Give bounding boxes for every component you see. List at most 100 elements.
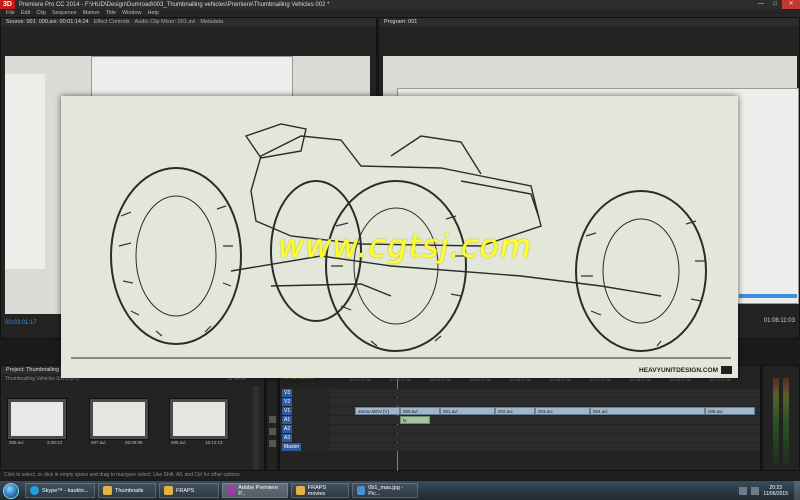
audio-meter-left [773,378,779,466]
windows-taskbar: Skype™ - kaukto... Thumbnails FRAPS Adob… [0,481,800,500]
track-stack: V3 V2 V1 ammo.MOV [V] 000.avi 001.avi 00… [280,388,760,451]
system-tray: 20:23 11/06/2015 [735,481,800,500]
tools-panel [266,365,278,471]
video-clip[interactable]: 001.avi [440,407,495,415]
source-sketch-thumbnail [91,56,293,98]
program-scrub-bar[interactable] [739,294,797,298]
tray-network-icon[interactable] [739,486,748,495]
menu-clip[interactable]: Clip [36,10,45,16]
taskbar-item-label: FRAPS movies [307,484,327,497]
track-v3: V3 [280,389,760,397]
window-controls: — □ ✕ [754,0,800,9]
tab-audio-clip-mixer[interactable]: Audio Clip Mixer: 001.avi [135,19,196,25]
taskbar-item-label: Thumbnails [115,487,144,494]
video-clip[interactable]: ammo.MOV [V] [355,407,400,415]
brand-signature: HEAVYUNITDESIGN.COM [639,366,732,374]
thumbnail-name: 006.avi [9,440,24,445]
project-panel: Project: Thumbnailing Vehicles 002 Thumb… [0,365,265,471]
video-clip[interactable]: 000.avi [400,407,440,415]
menu-help[interactable]: Help [148,10,159,16]
taskbar-item-skype[interactable]: Skype™ - kaukto... [25,483,95,498]
menu-file[interactable]: File [6,10,15,16]
taskbar-item-label: Skype™ - kaukto... [42,487,89,494]
menu-title[interactable]: Title [106,10,116,16]
taskbar-item-premiere[interactable]: Adobe Premiere P... [222,483,288,498]
thumbnail-name: 007.avi [91,440,106,445]
program-timecode: 01:08:11:03 [763,318,795,324]
menu-bar: File Edit Clip Sequence Marker Title Win… [0,9,800,17]
source-timecode: 00:03:01:17 [5,320,37,326]
hand-tool-icon[interactable] [269,440,276,447]
track-id[interactable]: Master [282,443,302,451]
image-icon [357,486,366,495]
razor-tool-icon[interactable] [269,428,276,435]
track-a1: A1 fx [280,416,760,424]
project-scrollbar[interactable] [253,386,259,470]
tray-clock[interactable]: 20:23 11/06/2015 [763,485,788,497]
start-button[interactable] [0,481,22,500]
timeline-panel: 00:03:01:00 00:01:00:00 00:02:00:00 00:0… [279,365,761,471]
track-a2: A2 [280,425,760,433]
tab-source[interactable]: Source: 001: 000.avi: 00:01:14:24 [6,19,89,25]
folder-icon [103,486,112,495]
project-thumbnail-3[interactable] [169,398,229,440]
taskbar-item-label: FRAPS [176,487,195,494]
thumbnail-duration: 3:28:13 [47,440,63,445]
taskbar-item-fraps[interactable]: FRAPS [159,483,219,498]
tab-metadata[interactable]: Metadata [200,19,223,25]
menu-window[interactable]: Window [122,10,142,16]
track-v1: V1 ammo.MOV [V] 000.avi 001.avi 002.avi … [280,407,760,415]
track-id[interactable]: V3 [282,389,293,397]
audio-meters-panel [762,365,800,471]
menu-marker[interactable]: Marker [83,10,100,16]
menu-edit[interactable]: Edit [21,10,30,16]
watermark-text: www.cgtsj.com [277,227,533,265]
track-id[interactable]: V2 [282,398,293,406]
window-title: Premiere Pro CC 2014 - F:\HUD\Design\Dum… [18,1,330,8]
video-clip[interactable]: 002.avi [495,407,535,415]
track-id[interactable]: V1 [282,407,293,415]
premiere-icon [227,486,236,495]
video-clip[interactable]: 003.avi [535,407,590,415]
taskbar-item-picture-viewer[interactable]: 0b1_mas.jpg - Pic... [352,483,418,498]
video-clip[interactable]: 005.avi [705,407,755,415]
thumbnail-duration: 26:09:06 [125,440,143,445]
track-id[interactable]: A3 [282,434,293,442]
audio-clip[interactable]: fx [400,416,430,424]
thumbnail-name: 005.avi [171,440,186,445]
close-button[interactable]: ✕ [782,0,800,9]
menu-sequence[interactable]: Sequence [52,10,77,16]
tray-volume-icon[interactable] [751,486,760,495]
folder-icon [296,486,305,495]
brand-text: HEAVYUNITDESIGN.COM [639,366,718,374]
taskbar-item-thumbnails[interactable]: Thumbnails [98,483,156,498]
track-master: Master [280,443,760,451]
tab-effect-controls[interactable]: Effect Controls [94,19,130,25]
skype-icon [30,486,39,495]
timeline-ruler[interactable]: 00:01:00:00 00:02:00:00 00:03:00:00 00:0… [350,377,755,387]
clock-date: 11/06/2015 [763,490,788,497]
show-desktop-button[interactable] [794,481,800,500]
track-a3: A3 [280,434,760,442]
thumbnail-duration: 16:12:13 [205,440,223,445]
windows-logo-icon [3,482,19,499]
program-panel-tabs: Program: 001 [379,18,799,26]
track-id[interactable]: A1 [282,416,293,424]
app-logo: 3D [0,0,15,9]
project-thumbnail-1[interactable] [7,398,67,440]
selection-tool-icon[interactable] [269,416,276,423]
taskbar-item-fraps-movies[interactable]: FRAPS movies [291,483,349,498]
brand-logo-icon [721,366,732,374]
folder-icon [164,486,173,495]
taskbar-item-label: 0b1_mas.jpg - Pic... [368,484,404,497]
minimize-button[interactable]: — [754,0,768,9]
title-bar: 3D Premiere Pro CC 2014 - F:\HUD\Design\… [0,0,800,9]
source-video-sidebar [5,74,45,269]
track-v2: V2 [280,398,760,406]
track-id[interactable]: A2 [282,425,293,433]
maximize-button[interactable]: □ [768,0,782,9]
project-thumbnail-2[interactable] [89,398,149,440]
video-clip[interactable]: 004.avi [590,407,705,415]
tab-program[interactable]: Program: 001 [384,19,417,25]
audio-meter-right [783,378,789,466]
